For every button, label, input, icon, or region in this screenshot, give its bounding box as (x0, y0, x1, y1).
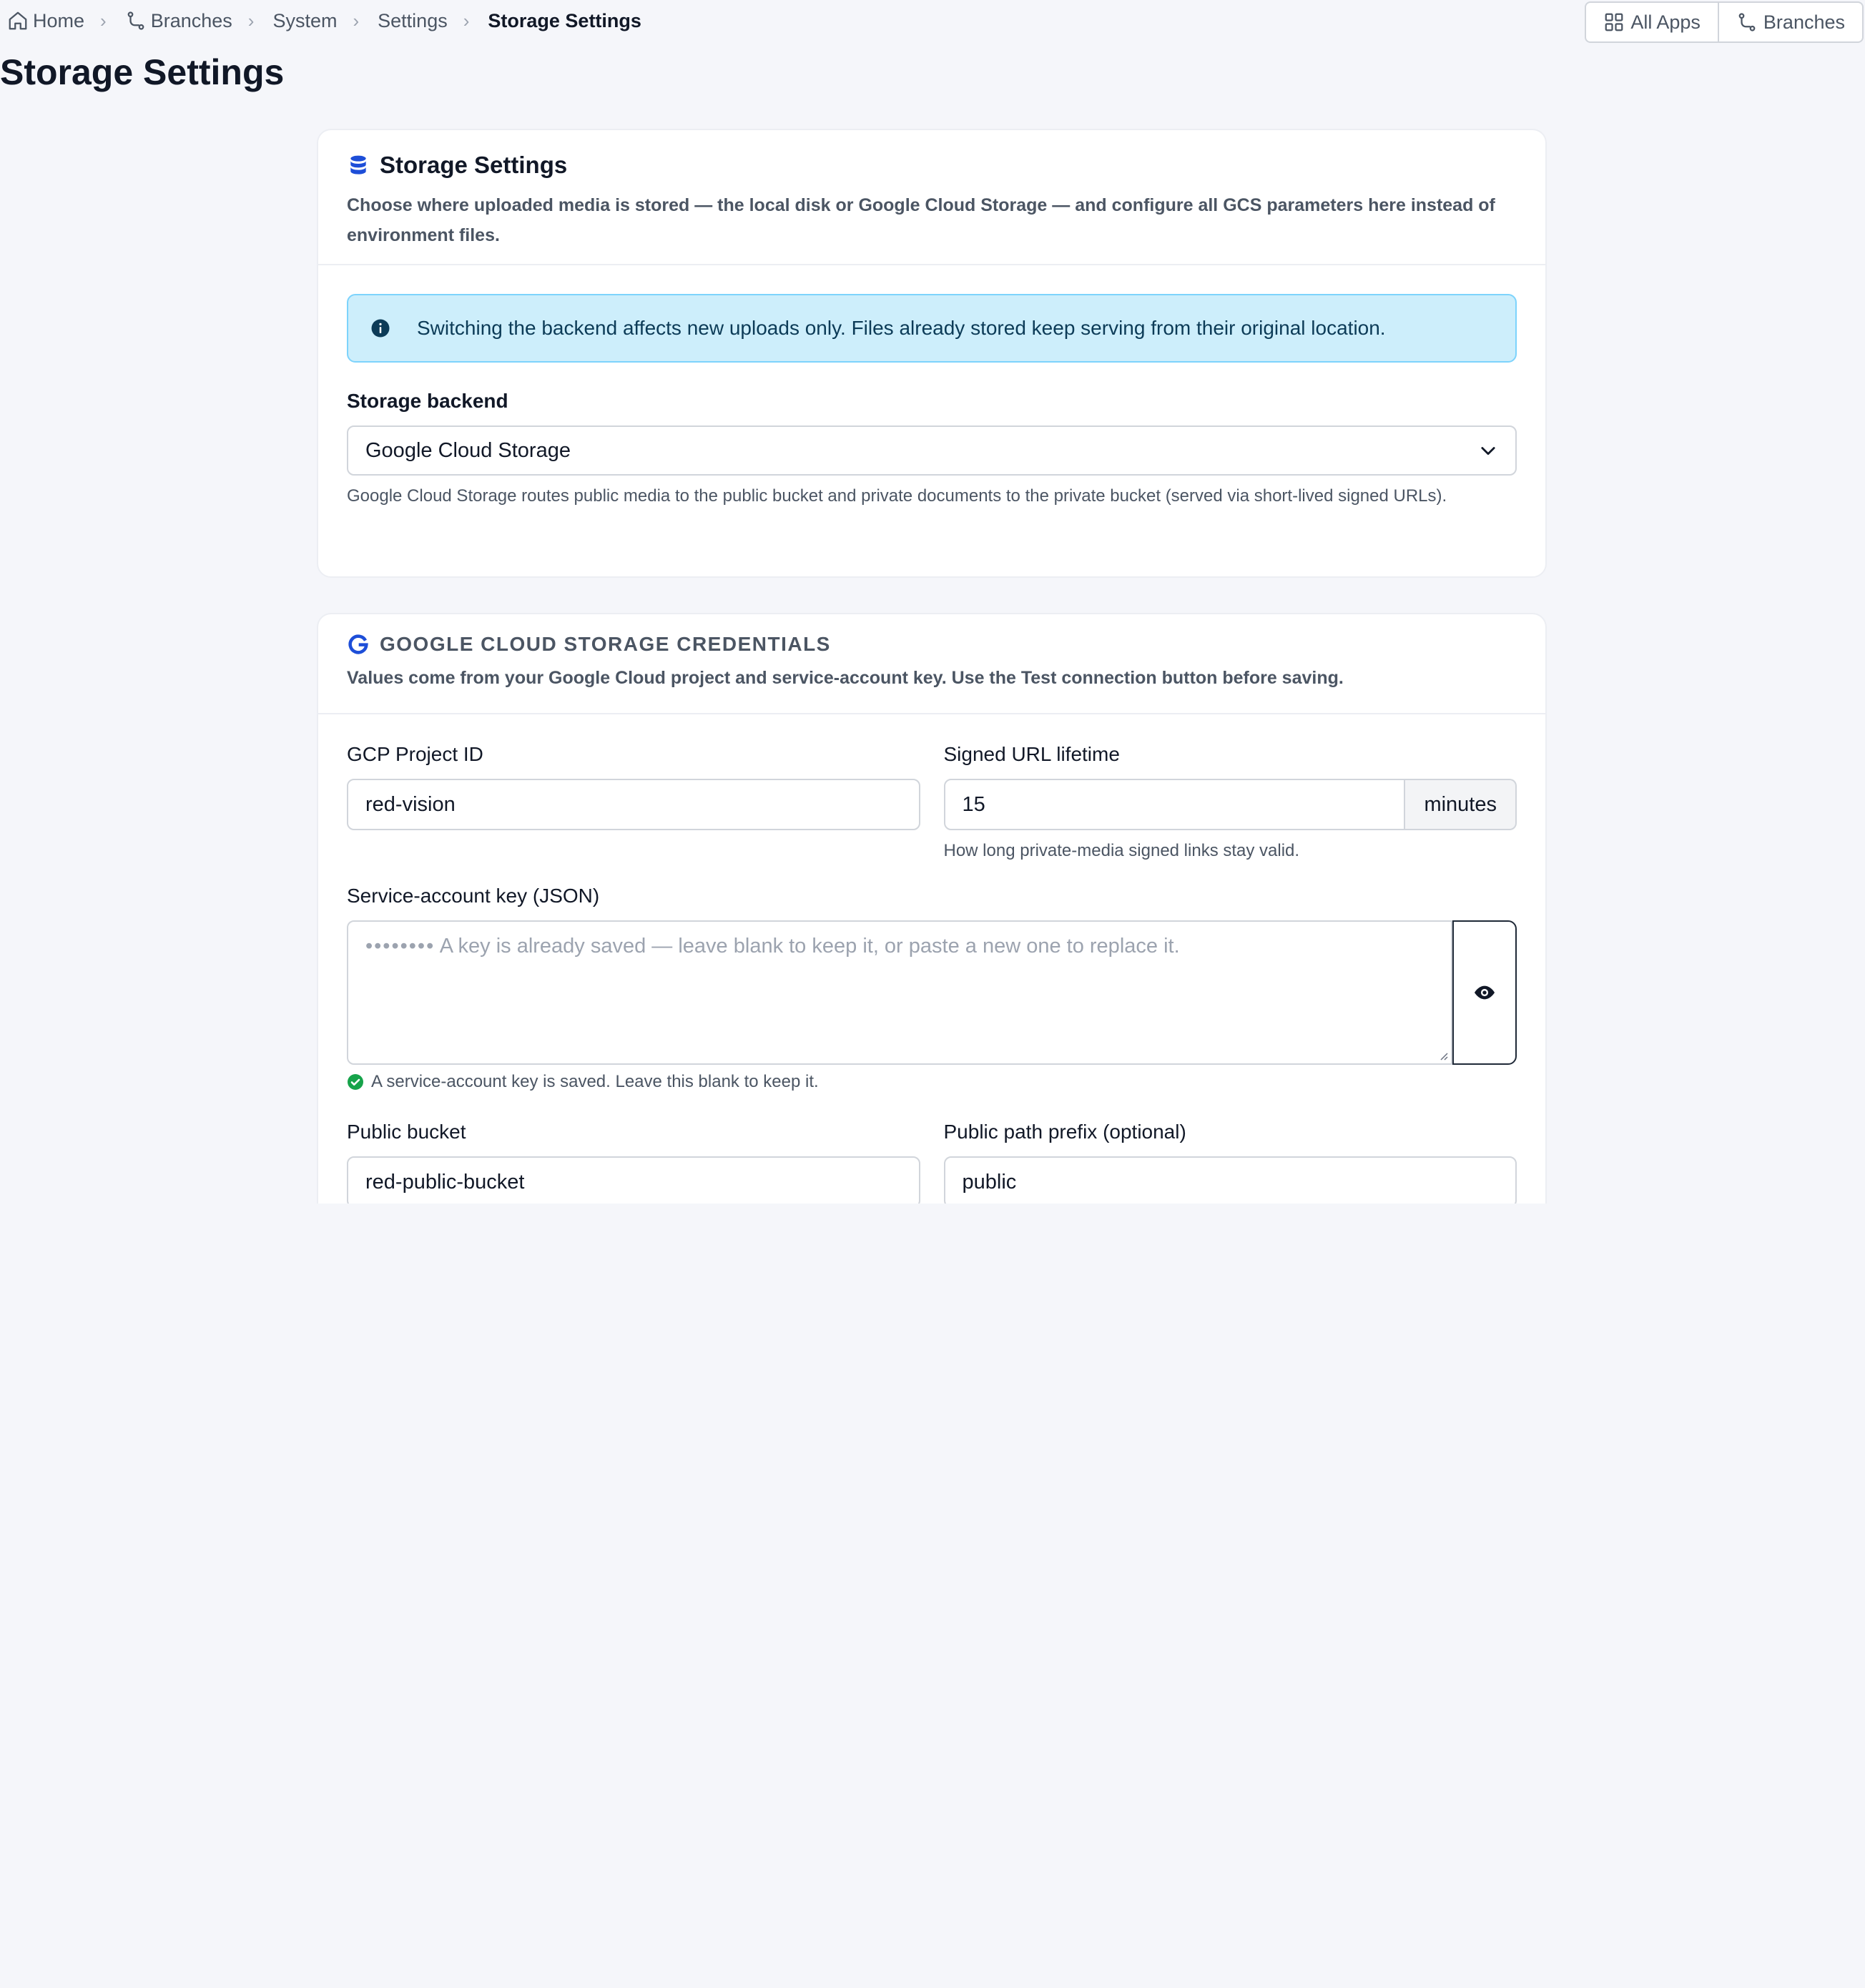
chevron-down-icon (1481, 447, 1495, 456)
info-alert-text: Switching the backend affects new upload… (417, 317, 1386, 339)
breadcrumb-system[interactable]: System (272, 10, 337, 32)
public-prefix-label: Public path prefix (optional) (943, 1121, 1186, 1143)
page-background-lower (0, 1204, 1865, 1988)
storage-backend-help: Google Cloud Storage routes public media… (347, 486, 1447, 506)
public-bucket-input[interactable]: red-public-bucket (347, 1156, 920, 1204)
card-title: GOOGLE CLOUD STORAGE CREDENTIALS (347, 633, 1517, 656)
breadcrumb-home[interactable]: Home (7, 10, 84, 32)
signed-url-label: Signed URL lifetime (943, 743, 1120, 765)
breadcrumb-settings[interactable]: Settings (378, 10, 448, 32)
card-title-text: GOOGLE CLOUD STORAGE CREDENTIALS (380, 633, 831, 655)
public-prefix-field: Public path prefix (optional) public (943, 1121, 1517, 1204)
top-actions: All Apps Branches (1585, 1, 1864, 43)
google-icon (348, 634, 368, 654)
all-apps-button[interactable]: All Apps (1586, 3, 1718, 41)
storage-backend-select[interactable]: Google Cloud Storage (347, 425, 1517, 476)
breadcrumb-settings-label: Settings (378, 9, 448, 31)
info-icon (371, 319, 390, 338)
storage-settings-card: Storage Settings Choose where uploaded m… (317, 129, 1547, 578)
service-key-saved-help: A service-account key is saved. Leave th… (347, 1072, 1517, 1092)
breadcrumb-branches[interactable]: Branches (125, 10, 232, 32)
project-id-input[interactable]: red-vision (347, 779, 920, 830)
chevron-right-icon: › (247, 9, 255, 31)
service-key-label: Service-account key (JSON) (347, 885, 600, 907)
card-title-text: Storage Settings (380, 152, 568, 178)
grid-icon (1605, 13, 1623, 31)
service-key-dots: •••••••• (365, 935, 436, 958)
home-icon (9, 11, 27, 30)
public-bucket-label: Public bucket (347, 1121, 466, 1143)
breadcrumb-current-label: Storage Settings (488, 9, 641, 31)
service-key-placeholder: A key is already saved — leave blank to … (439, 935, 1180, 958)
branches-button-label: Branches (1763, 11, 1845, 33)
card-description: Values come from your Google Cloud proje… (347, 668, 1344, 688)
project-id-field: GCP Project ID red-vision (347, 743, 920, 865)
chevron-right-icon: › (353, 9, 360, 31)
signed-url-input-group: 15 minutes (943, 779, 1517, 830)
chevron-right-icon: › (100, 9, 107, 31)
branch-icon (1738, 13, 1756, 31)
public-prefix-input[interactable]: public (943, 1156, 1517, 1204)
public-bucket-field: Public bucket red-public-bucket (347, 1121, 920, 1204)
storage-backend-label: Storage backend (347, 390, 508, 412)
signed-url-unit: minutes (1405, 779, 1517, 830)
breadcrumb-home-label: Home (33, 9, 85, 31)
page-title: Storage Settings (0, 52, 285, 92)
signed-url-input[interactable]: 15 (943, 779, 1406, 830)
eye-icon (1475, 985, 1495, 1000)
info-alert: Switching the backend affects new upload… (347, 294, 1517, 363)
signed-url-field: Signed URL lifetime 15 minutes How long … (943, 743, 1517, 865)
project-id-label: GCP Project ID (347, 743, 483, 765)
form-row: GCP Project ID red-vision Signed URL lif… (347, 743, 1517, 865)
database-icon (350, 155, 366, 174)
card-header: Storage Settings Choose where uploaded m… (318, 130, 1545, 265)
check-circle-icon (348, 1074, 363, 1090)
breadcrumb: Home › Branches › System › Settings › St… (7, 6, 641, 36)
service-key-group: •••••••• A key is already saved — leave … (347, 920, 1517, 1065)
form-row: Public bucket red-public-bucket Public p… (347, 1121, 1517, 1204)
toggle-visibility-button[interactable] (1452, 920, 1517, 1065)
card-title: Storage Settings (347, 152, 1517, 179)
breadcrumb-current: Storage Settings (488, 10, 641, 32)
service-key-saved-text: A service-account key is saved. Leave th… (371, 1072, 819, 1091)
breadcrumb-branches-label: Branches (150, 9, 232, 31)
card-body: Switching the backend affects new upload… (318, 265, 1545, 538)
storage-backend-value: Google Cloud Storage (365, 438, 571, 462)
signed-url-help: How long private-media signed links stay… (943, 841, 1300, 860)
all-apps-label: All Apps (1630, 11, 1701, 33)
resize-grip-icon[interactable] (1437, 1049, 1448, 1061)
service-key-textarea[interactable]: •••••••• A key is already saved — leave … (347, 920, 1452, 1065)
card-description: Choose where uploaded media is stored — … (347, 195, 1495, 245)
card-body: GCP Project ID red-vision Signed URL lif… (318, 714, 1545, 1204)
chevron-right-icon: › (463, 9, 470, 31)
gcs-credentials-card: GOOGLE CLOUD STORAGE CREDENTIALS Values … (317, 613, 1547, 1204)
branches-button[interactable]: Branches (1717, 3, 1862, 41)
breadcrumb-system-label: System (272, 9, 338, 31)
branch-icon (127, 11, 144, 30)
card-header: GOOGLE CLOUD STORAGE CREDENTIALS Values … (318, 614, 1545, 714)
